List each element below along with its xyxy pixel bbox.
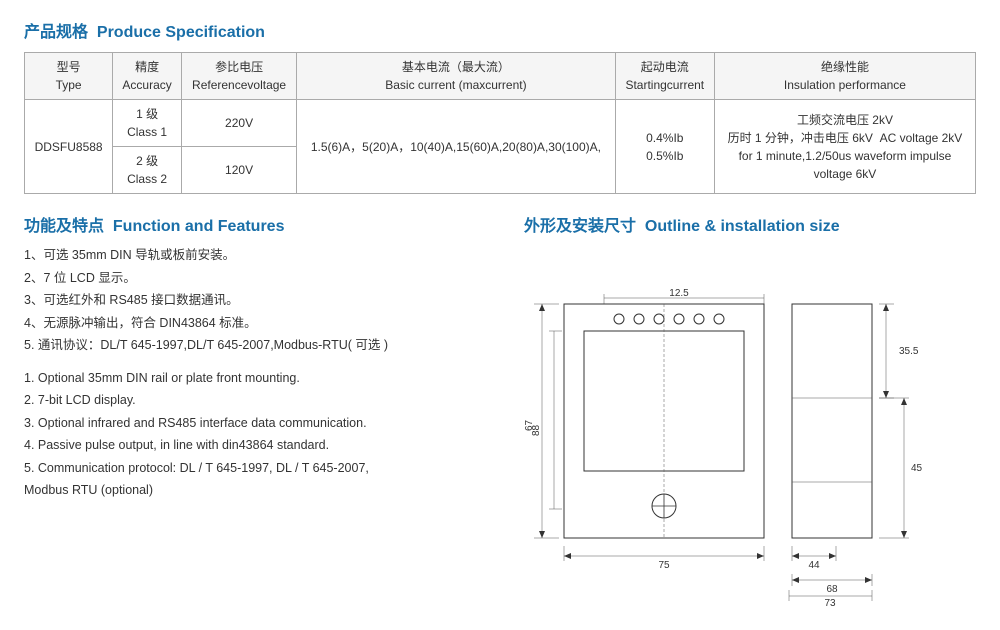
svg-text:45: 45 [911, 463, 923, 474]
features-section: 功能及特点 Function and Features 1、可选 35mm DI… [24, 212, 504, 606]
bottom-section: 功能及特点 Function and Features 1、可选 35mm DI… [24, 212, 976, 606]
cell-starting-current: 0.4%Ib0.5%Ib [615, 100, 714, 194]
feature-item-cn-4: 4、无源脉冲输出，符合 DIN43864 标准。 [24, 312, 504, 335]
outline-diagram: .dim { font-size: 10px; fill: #333; font… [524, 246, 944, 606]
svg-text:44: 44 [808, 560, 820, 571]
features-title: 功能及特点 Function and Features [24, 212, 504, 236]
table-row: DDSFU8588 1 级Class 1 220V 1.5(6)A，5(20)A… [25, 100, 976, 147]
cell-voltage2: 120V [181, 147, 296, 194]
feature-item-cn-3: 3、可选红外和 RS485 接口数据通讯。 [24, 289, 504, 312]
feature-item-en-4: 4. Passive pulse output, in line with di… [24, 434, 504, 457]
col-insulation: 绝缘性能Insulation performance [714, 53, 975, 100]
col-accuracy: 精度Accuracy [113, 53, 182, 100]
cell-voltage1: 220V [181, 100, 296, 147]
feature-item-cn-2: 2、7 位 LCD 显示。 [24, 267, 504, 290]
cell-insulation: 工频交流电压 2kV历时 1 分钟，冲击电压 6kV AC voltage 2k… [714, 100, 975, 194]
table-header-row: 型号Type 精度Accuracy 参比电压Referencevoltage 基… [25, 53, 976, 100]
cell-class1: 1 级Class 1 [113, 100, 182, 147]
svg-text:67: 67 [524, 419, 535, 431]
spec-table: 型号Type 精度Accuracy 参比电压Referencevoltage 基… [24, 52, 976, 194]
cell-current: 1.5(6)A，5(20)A，10(40)A,15(60)A,20(80)A,3… [297, 100, 616, 194]
feature-item-cn-1: 1、可选 35mm DIN 导轨或板前安装。 [24, 244, 504, 267]
product-spec-section: 产品规格 Produce Specification 型号Type 精度Accu… [24, 18, 976, 194]
feature-item-cn-5: 5. 通讯协议：DL/T 645-1997,DL/T 645-2007,Modb… [24, 334, 504, 357]
col-starting-current: 起动电流Startingcurrent [615, 53, 714, 100]
svg-text:73: 73 [824, 598, 836, 606]
outline-section: 外形及安装尺寸 Outline & installation size .dim… [524, 212, 976, 606]
feature-item-en-1: 1. Optional 35mm DIN rail or plate front… [24, 367, 504, 390]
cell-class2: 2 级Class 2 [113, 147, 182, 194]
feature-item-en-3: 3. Optional infrared and RS485 interface… [24, 412, 504, 435]
svg-text:35.5: 35.5 [899, 346, 919, 357]
feature-item-en-5: 5. Communication protocol: DL / T 645-19… [24, 457, 504, 502]
outline-title: 外形及安装尺寸 Outline & installation size [524, 212, 976, 236]
outline-svg: .dim { font-size: 10px; fill: #333; font… [524, 246, 944, 606]
svg-text:68: 68 [826, 584, 838, 595]
col-basic-current: 基本电流（最大流）Basic current (maxcurrent) [297, 53, 616, 100]
svg-text:75: 75 [658, 560, 670, 571]
col-ref-voltage: 参比电压Referencevoltage [181, 53, 296, 100]
svg-text:12.5: 12.5 [669, 288, 689, 299]
col-type: 型号Type [25, 53, 113, 100]
spec-section-title: 产品规格 Produce Specification [24, 18, 976, 42]
cell-model: DDSFU8588 [25, 100, 113, 194]
feature-item-en-2: 2. 7-bit LCD display. [24, 389, 504, 412]
